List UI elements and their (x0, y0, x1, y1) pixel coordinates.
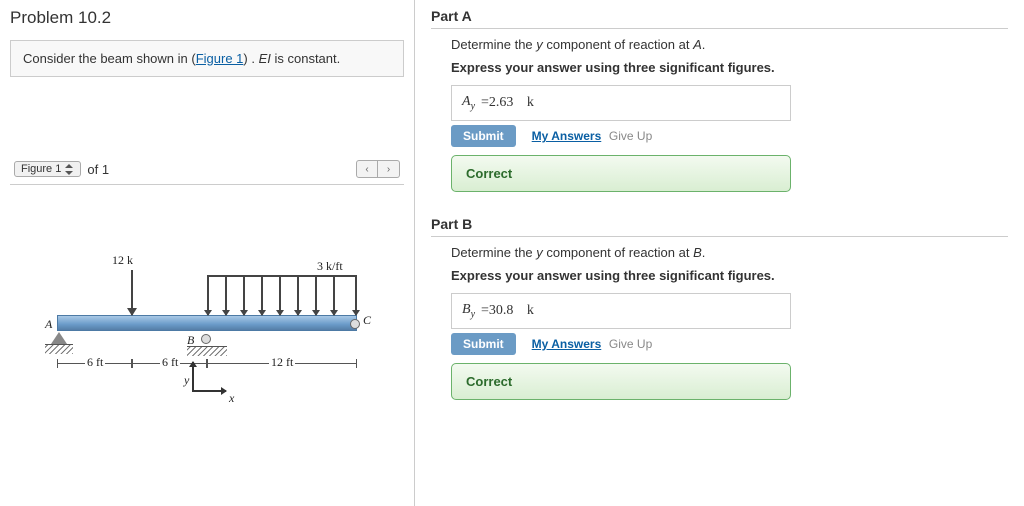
pa-unit: k (527, 95, 534, 111)
part-a-my-answers-link[interactable]: My Answers (532, 129, 602, 143)
label-b: B (187, 333, 194, 348)
left-panel: Problem 10.2 Consider the beam shown in … (0, 0, 415, 506)
pb-val: 30.8 (489, 303, 514, 319)
support-pin-a (51, 332, 67, 344)
part-b-heading: Part B (431, 216, 1008, 237)
label-a: A (45, 317, 52, 332)
part-a-answer[interactable]: Ay = 2.63 k (451, 85, 791, 121)
pa-pre: Determine the (451, 37, 536, 52)
part-a-prompt: Determine the y component of reaction at… (451, 37, 1008, 52)
pa-mid: component of reaction at (543, 37, 693, 52)
part-b-give-up-link[interactable]: Give Up (609, 337, 652, 351)
pa-val: 2.63 (489, 95, 514, 111)
part-b-feedback: Correct (451, 363, 791, 400)
part-a: Part A Determine the y component of reac… (431, 8, 1008, 192)
stmt-pre: Consider the beam shown in ( (23, 51, 196, 66)
right-panel: Part A Determine the y component of reac… (415, 0, 1024, 506)
support-roller-b (201, 334, 211, 344)
axis-x: x (229, 391, 234, 406)
part-b-prompt: Determine the y component of reaction at… (451, 245, 1008, 260)
part-b-instr: Express your answer using three signific… (451, 268, 1008, 283)
pa-eq: = (481, 95, 489, 111)
part-a-heading: Part A (431, 8, 1008, 29)
ei-text: EI (259, 51, 271, 66)
support-roller-c (350, 319, 360, 329)
dim-2: 6 ft (160, 355, 180, 370)
dist-load (207, 275, 357, 315)
point-load-arrow (131, 270, 133, 315)
part-b-submit-button[interactable]: Submit (451, 333, 516, 355)
pa-sym: A (462, 94, 471, 109)
pa-pt: A (693, 37, 702, 52)
stmt-post: ) . (243, 51, 258, 66)
figure-link[interactable]: Figure 1 (196, 51, 244, 66)
part-a-give-up-link[interactable]: Give Up (609, 129, 652, 143)
pa-post: . (702, 37, 706, 52)
stmt-tail: is constant. (271, 51, 340, 66)
problem-title: Problem 10.2 (10, 8, 404, 28)
pa-sub: y (471, 101, 475, 112)
figure-of-text: of 1 (87, 162, 109, 177)
dim-1: 6 ft (85, 355, 105, 370)
figure-canvas: 12 k 3 k/ft A B C 6 ft 6 ft 12 ft y x (17, 215, 397, 445)
pb-sym: B (462, 302, 471, 317)
pb-sub: y (471, 309, 475, 320)
pb-unit: k (527, 303, 534, 319)
point-load-label: 12 k (112, 253, 133, 268)
hatch-a (45, 344, 73, 354)
updown-icon (65, 164, 74, 175)
figure-next-button[interactable]: › (378, 160, 400, 178)
axis-y: y (184, 373, 189, 388)
label-c: C (363, 313, 371, 328)
beam (57, 315, 357, 331)
part-a-submit-button[interactable]: Submit (451, 125, 516, 147)
pb-eq: = (481, 303, 489, 319)
figure-header: Figure 1 of 1 ‹ › (10, 157, 404, 185)
part-a-feedback: Correct (451, 155, 791, 192)
pb-pre: Determine the (451, 245, 536, 260)
figure-select[interactable]: Figure 1 (14, 161, 81, 177)
dist-load-label: 3 k/ft (317, 259, 343, 274)
figure-select-label: Figure 1 (21, 163, 61, 175)
pb-pt: B (693, 245, 702, 260)
part-b-my-answers-link[interactable]: My Answers (532, 337, 602, 351)
dim-3: 12 ft (269, 355, 295, 370)
part-b-answer[interactable]: By = 30.8 k (451, 293, 791, 329)
pb-post: . (702, 245, 706, 260)
part-b: Part B Determine the y component of reac… (431, 216, 1008, 400)
problem-statement: Consider the beam shown in (Figure 1) . … (10, 40, 404, 77)
figure-prev-button[interactable]: ‹ (356, 160, 378, 178)
pb-mid: component of reaction at (543, 245, 693, 260)
part-a-instr: Express your answer using three signific… (451, 60, 1008, 75)
